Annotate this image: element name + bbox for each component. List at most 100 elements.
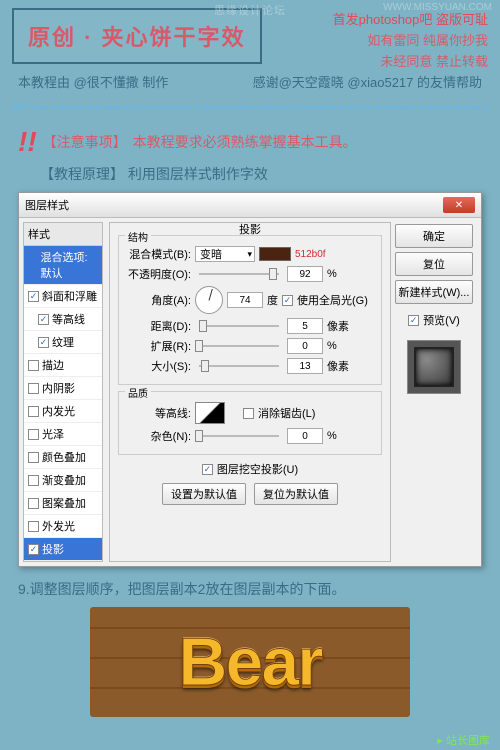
exclaim-icon: !!: [18, 126, 37, 158]
knockout-checkbox[interactable]: [202, 464, 213, 475]
spread-slider[interactable]: [199, 345, 279, 347]
noise-label: 杂色(N):: [123, 428, 191, 444]
angle-input[interactable]: 74: [227, 292, 263, 308]
style-checkbox[interactable]: [28, 360, 39, 371]
style-item-10[interactable]: 图案叠加: [24, 492, 102, 515]
noise-unit: %: [327, 430, 337, 442]
style-item-7[interactable]: 光泽: [24, 423, 102, 446]
style-checkbox[interactable]: [28, 383, 39, 394]
structure-title: 结构: [125, 229, 151, 244]
contour-label: 等高线:: [123, 405, 191, 421]
style-checkbox[interactable]: [28, 521, 39, 532]
style-item-9[interactable]: 渐变叠加: [24, 469, 102, 492]
close-button[interactable]: ✕: [443, 197, 475, 213]
opacity-slider[interactable]: [199, 273, 279, 275]
reset-default-button[interactable]: 复位为默认值: [254, 483, 338, 505]
global-light-label: 使用全局光(G): [297, 292, 368, 308]
style-item-1[interactable]: 斜面和浮雕: [24, 285, 102, 308]
style-label: 内发光: [42, 403, 75, 419]
style-checkbox[interactable]: [28, 544, 39, 555]
antialias-checkbox[interactable]: [243, 408, 254, 419]
opacity-input[interactable]: 92: [287, 266, 323, 282]
style-checkbox[interactable]: [28, 498, 39, 509]
result-text: Bear: [178, 623, 321, 701]
header-note-1: 首发photoshop吧 盗版可耻: [333, 10, 488, 31]
make-default-button[interactable]: 设置为默认值: [162, 483, 246, 505]
style-label: 混合选项:默认: [41, 249, 99, 281]
style-label: 渐变叠加: [42, 472, 86, 488]
size-slider[interactable]: [199, 365, 279, 367]
contour-picker[interactable]: [195, 402, 225, 424]
dialog-titlebar[interactable]: 图层样式 ✕: [19, 193, 481, 218]
style-label: 内阴影: [42, 380, 75, 396]
style-checkbox[interactable]: [38, 314, 49, 325]
knockout-label: 图层挖空投影(U): [217, 461, 298, 477]
style-item-5[interactable]: 内阴影: [24, 377, 102, 400]
cancel-button[interactable]: 复位: [395, 252, 473, 276]
quality-title: 品质: [125, 385, 151, 400]
new-style-button[interactable]: 新建样式(W)...: [395, 280, 473, 304]
header-note-3: 未经同意 禁止转载: [333, 52, 488, 73]
credit-author: 本教程由 @很不懂撒 制作: [18, 72, 168, 91]
distance-slider[interactable]: [199, 325, 279, 327]
style-item-3[interactable]: 纹理: [24, 331, 102, 354]
spread-unit: %: [327, 340, 337, 352]
style-label: 外发光: [42, 518, 75, 534]
style-label: 光泽: [42, 426, 64, 442]
dialog-right-column: 确定 复位 新建样式(W)... 预览(V): [391, 222, 477, 562]
style-label: 斜面和浮雕: [42, 288, 97, 304]
divider-dashed: [33, 106, 488, 109]
result-preview: Bear: [90, 607, 410, 717]
opacity-label: 不透明度(O):: [123, 266, 191, 282]
dialog-title: 图层样式: [25, 197, 69, 213]
ok-button[interactable]: 确定: [395, 224, 473, 248]
header-notes: 首发photoshop吧 盗版可耻 如有雷同 纯属你抄我 未经同意 禁止转载: [333, 10, 488, 72]
blend-mode-label: 混合模式(B):: [123, 246, 191, 262]
style-checkbox[interactable]: [28, 429, 39, 440]
preview-checkbox[interactable]: [408, 315, 419, 326]
principle-text: 利用图层样式制作字效: [128, 166, 268, 182]
noise-slider[interactable]: [199, 435, 279, 437]
size-input[interactable]: 13: [287, 358, 323, 374]
style-item-8[interactable]: 颜色叠加: [24, 446, 102, 469]
distance-label: 距离(D):: [123, 318, 191, 334]
style-label: 描边: [42, 357, 64, 373]
style-item-2[interactable]: 等高线: [24, 308, 102, 331]
page-title: 原创 · 夹心饼干字效: [28, 25, 246, 50]
antialias-label: 消除锯齿(L): [258, 405, 315, 421]
angle-unit: 度: [267, 292, 278, 308]
style-checkbox[interactable]: [28, 406, 39, 417]
style-checkbox[interactable]: [28, 452, 39, 463]
spread-input[interactable]: 0: [287, 338, 323, 354]
global-light-checkbox[interactable]: [282, 295, 293, 306]
structure-fieldset: 结构 混合模式(B): 变暗 512b0f 不透明度(O): 92 % 角度(A…: [118, 235, 382, 385]
quality-fieldset: 品质 等高线: 消除锯齿(L) 杂色(N): 0 %: [118, 391, 382, 455]
blend-mode-dropdown[interactable]: 变暗: [195, 246, 255, 262]
opacity-unit: %: [327, 268, 337, 280]
drop-shadow-panel: 投影 结构 混合模式(B): 变暗 512b0f 不透明度(O): 92 % 角…: [109, 222, 391, 562]
style-item-0[interactable]: 混合选项:默认: [24, 246, 102, 285]
style-checkbox[interactable]: [28, 291, 39, 302]
distance-input[interactable]: 5: [287, 318, 323, 334]
shadow-color-swatch[interactable]: [259, 247, 291, 261]
styles-header: 样式: [24, 223, 102, 246]
style-item-11[interactable]: 外发光: [24, 515, 102, 538]
spread-label: 扩展(R):: [123, 338, 191, 354]
style-item-6[interactable]: 内发光: [24, 400, 102, 423]
noise-input[interactable]: 0: [287, 428, 323, 444]
style-checkbox[interactable]: [38, 337, 49, 348]
style-item-12[interactable]: 投影: [24, 538, 102, 561]
style-label: 等高线: [52, 311, 85, 327]
style-checkbox[interactable]: [28, 475, 39, 486]
style-label: 纹理: [52, 334, 74, 350]
header-note-2: 如有雷同 纯属你抄我: [333, 31, 488, 52]
distance-unit: 像素: [327, 318, 349, 334]
preview-label: 预览(V): [423, 312, 460, 328]
style-label: 颜色叠加: [42, 449, 86, 465]
style-item-4[interactable]: 描边: [24, 354, 102, 377]
scissors-icon: ✂: [12, 95, 29, 120]
angle-dial[interactable]: [195, 286, 223, 314]
attention-label: 【注意事项】: [43, 132, 127, 152]
principle-label: 【教程原理】: [40, 166, 124, 182]
watermark-center: 思缘设计论坛: [214, 2, 286, 18]
